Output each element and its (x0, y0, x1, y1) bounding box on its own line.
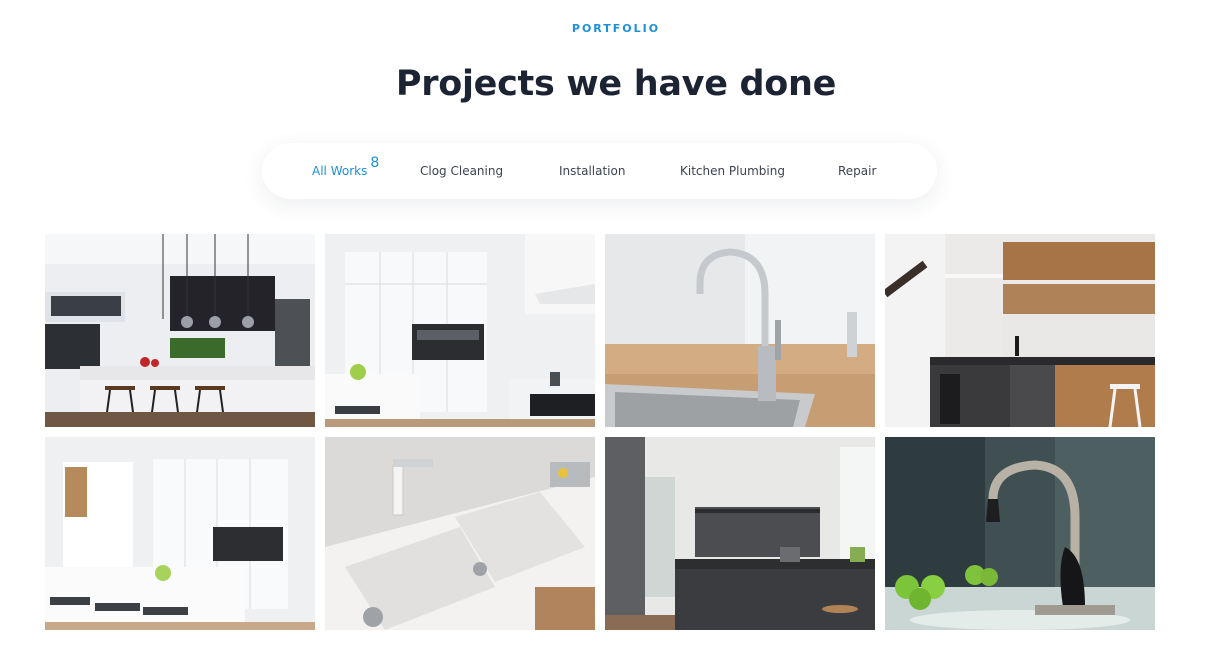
project-tile-8[interactable] (885, 437, 1155, 630)
section-eyebrow: PORTFOLIO (571, 22, 661, 35)
filter-kitchen-plumbing[interactable]: Kitchen Plumbing (680, 164, 785, 178)
wood-shelf-kitchen-photo (885, 234, 1155, 427)
project-tile-5[interactable] (45, 437, 315, 630)
filter-all-works-label: All Works (312, 164, 368, 178)
chrome-faucet-photo (605, 234, 875, 427)
filter-clog-cleaning[interactable]: Clog Cleaning (420, 164, 503, 178)
kitchen-dark-cabinets-photo (45, 234, 315, 427)
filter-count-badge: 8 (370, 155, 380, 171)
project-tile-6[interactable] (325, 437, 595, 630)
project-tile-7[interactable] (605, 437, 875, 630)
project-tile-1[interactable] (45, 234, 315, 427)
dark-island-kitchen-photo (605, 437, 875, 630)
white-kitchen-island-photo (45, 437, 315, 630)
section-title: Projects we have done (395, 64, 837, 104)
project-tile-3[interactable] (605, 234, 875, 427)
white-tall-cabinets-photo (325, 234, 595, 427)
black-faucet-green-apples-photo (885, 437, 1155, 630)
filter-installation[interactable]: Installation (559, 164, 625, 178)
project-tile-4[interactable] (885, 234, 1155, 427)
filter-bar: All Works 8 Clog Cleaning Installation K… (262, 143, 937, 199)
filter-all-works[interactable]: All Works 8 (312, 155, 379, 178)
project-tile-2[interactable] (325, 234, 595, 427)
white-double-sink-photo (325, 437, 595, 630)
filter-repair[interactable]: Repair (838, 164, 876, 178)
